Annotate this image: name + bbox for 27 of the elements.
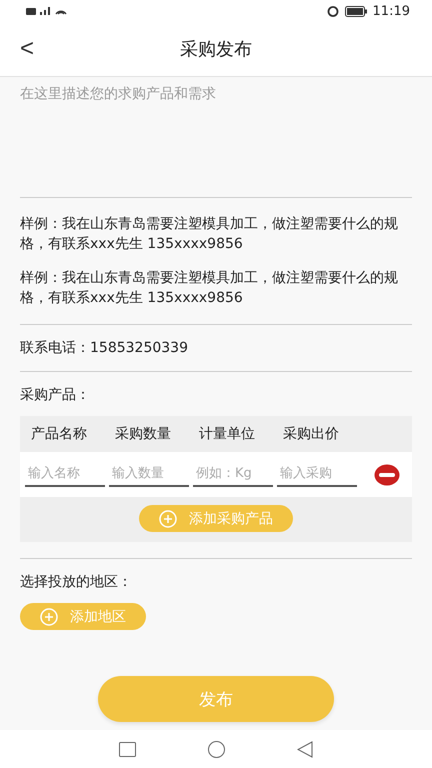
plus-icon [40, 608, 58, 626]
column-header: 采购出价 [282, 425, 340, 443]
column-header: 产品名称 [30, 425, 88, 443]
products-label: 采购产品： [20, 386, 91, 405]
home-icon[interactable] [208, 740, 225, 758]
column-header: 采购数量 [114, 425, 172, 443]
product-input[interactable]: 输入数量 [109, 462, 189, 487]
remove-icon[interactable] [374, 464, 400, 486]
product-input[interactable]: 例如：Kg [193, 462, 273, 487]
plus-icon [159, 510, 177, 528]
contact-phone: 联系电话：15853250339 [20, 325, 412, 372]
example-text: 样例：我在山东青岛需要注塑模具加工，做注塑需要什么的规格，有联系xxx先生 135xxxx9856 [20, 215, 399, 254]
page-title: 采购发布 [180, 38, 252, 61]
publish-button[interactable]: 发布 [98, 676, 334, 722]
region-label: 选择投放的地区： [20, 573, 133, 592]
add-region-button[interactable]: 添加地区 [20, 603, 146, 630]
battery-icon [344, 6, 367, 16]
example-text: 样例：我在山东青岛需要注塑模具加工，做注塑需要什么的规格，有联系xxx先生 135xxxx9856 [20, 269, 399, 308]
add-product-button[interactable]: 添加采购产品 [139, 505, 293, 532]
description-field[interactable]: 在这里描述您的求购产品和需求 [20, 77, 412, 198]
product-input[interactable]: 输入采购 [277, 462, 357, 487]
column-header: 计量单位 [198, 425, 256, 443]
product-input[interactable]: 输入名称 [25, 462, 105, 487]
recents-icon[interactable] [119, 742, 136, 756]
back-icon[interactable] [297, 740, 313, 758]
back-button[interactable]: < [0, 35, 50, 63]
status-time: 11:19 [372, 4, 410, 18]
